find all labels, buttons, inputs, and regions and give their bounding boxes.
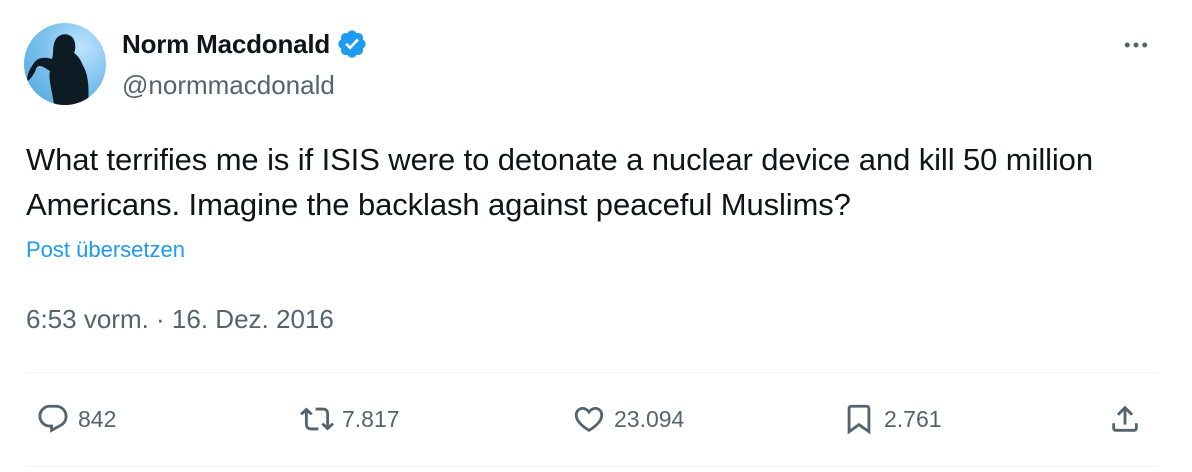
reply-bubble-icon: [38, 404, 68, 433]
verified-badge-icon[interactable]: [336, 28, 368, 60]
like-button[interactable]: 23.094: [572, 394, 684, 444]
divider: [26, 466, 1158, 467]
avatar[interactable]: [24, 23, 106, 105]
translate-post-link[interactable]: Post übersetzen: [26, 237, 185, 263]
avatar-silhouette-icon: [27, 34, 89, 105]
bookmark-count: 2.761: [884, 405, 942, 432]
repost-arrows-icon: [300, 407, 334, 431]
heart-icon: [574, 406, 604, 432]
repost-count: 7.817: [342, 405, 400, 432]
repost-button[interactable]: 7.817: [300, 394, 400, 444]
more-options-button[interactable]: [1116, 30, 1156, 60]
more-dots-icon: [1124, 42, 1148, 48]
bookmark-button[interactable]: 2.761: [842, 394, 942, 444]
action-bar: 842 7.817 23.094 2.761: [0, 394, 1192, 444]
tweet-timestamp[interactable]: 6:53 vorm. · 16. Dez. 2016: [26, 304, 334, 335]
tweet-text: What terrifies me is if ISIS were to det…: [26, 142, 1093, 222]
share-button[interactable]: [1108, 394, 1142, 444]
divider: [26, 372, 1158, 373]
bookmark-icon: [847, 404, 871, 435]
like-count: 23.094: [614, 405, 685, 432]
tweet-card: Norm Macdonald @normmacdonald What terri…: [0, 0, 1192, 472]
reply-button[interactable]: 842: [36, 394, 116, 444]
author-handle[interactable]: @normmacdonald: [122, 70, 335, 101]
reply-count: 842: [78, 405, 117, 432]
author-name-row: Norm Macdonald: [122, 28, 368, 60]
share-upload-icon: [1112, 405, 1138, 432]
author-display-name[interactable]: Norm Macdonald: [122, 29, 330, 60]
